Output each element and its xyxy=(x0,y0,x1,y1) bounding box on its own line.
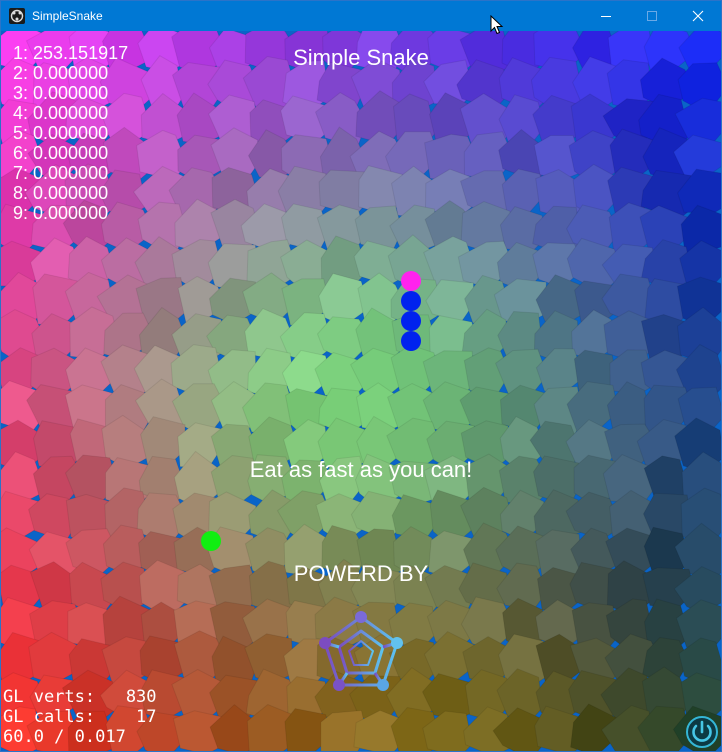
score-entry: 8: 0.000000 xyxy=(13,183,109,203)
food-pellet xyxy=(201,531,221,551)
game-title: Simple Snake xyxy=(293,45,429,70)
app-icon xyxy=(9,8,25,24)
game-canvas[interactable]: 1: 253.151917 2: 0.000000 3: 0.000000 4: 0.… xyxy=(1,31,721,751)
score-entry: 7: 0.000000 xyxy=(13,163,109,183)
score-entry: 1: 253.151917 xyxy=(13,43,129,63)
snake-segment xyxy=(401,331,421,351)
score-entry: 2: 0.000000 xyxy=(13,63,109,83)
score-entry: 5: 0.000000 xyxy=(13,123,109,143)
fps-stat: 60.0 / 0.017 xyxy=(3,727,126,747)
minimize-button[interactable] xyxy=(583,1,629,31)
snake-head xyxy=(401,271,421,291)
maximize-icon xyxy=(647,11,657,21)
score-entry: 6: 0.000000 xyxy=(13,143,109,163)
gl-verts-stat: GL verts: 830 xyxy=(3,687,157,707)
gl-calls-stat: GL calls: 17 xyxy=(3,707,157,727)
snake-segment xyxy=(401,291,421,311)
close-button[interactable] xyxy=(675,1,721,31)
title-bar[interactable]: SimpleSnake xyxy=(1,1,721,31)
window-title: SimpleSnake xyxy=(32,9,103,23)
snake-segment xyxy=(401,311,421,331)
app-window: SimpleSnake 1: 253.151917 2: 0.000000 3: 0… xyxy=(0,0,722,752)
mouse-cursor-icon xyxy=(490,15,504,35)
power-icon[interactable] xyxy=(685,715,719,749)
score-entry: 3: 0.000000 xyxy=(13,83,109,103)
close-icon xyxy=(692,10,704,22)
pentagon-logo-icon xyxy=(319,611,403,691)
score-entry: 9: 0.000000 xyxy=(13,203,109,223)
maximize-button[interactable] xyxy=(629,1,675,31)
minimize-icon xyxy=(601,16,611,17)
powered-by-label: POWERD BY xyxy=(293,561,429,586)
score-entry: 4: 0.000000 xyxy=(13,103,109,123)
game-message: Eat as fast as you can! xyxy=(249,457,473,482)
